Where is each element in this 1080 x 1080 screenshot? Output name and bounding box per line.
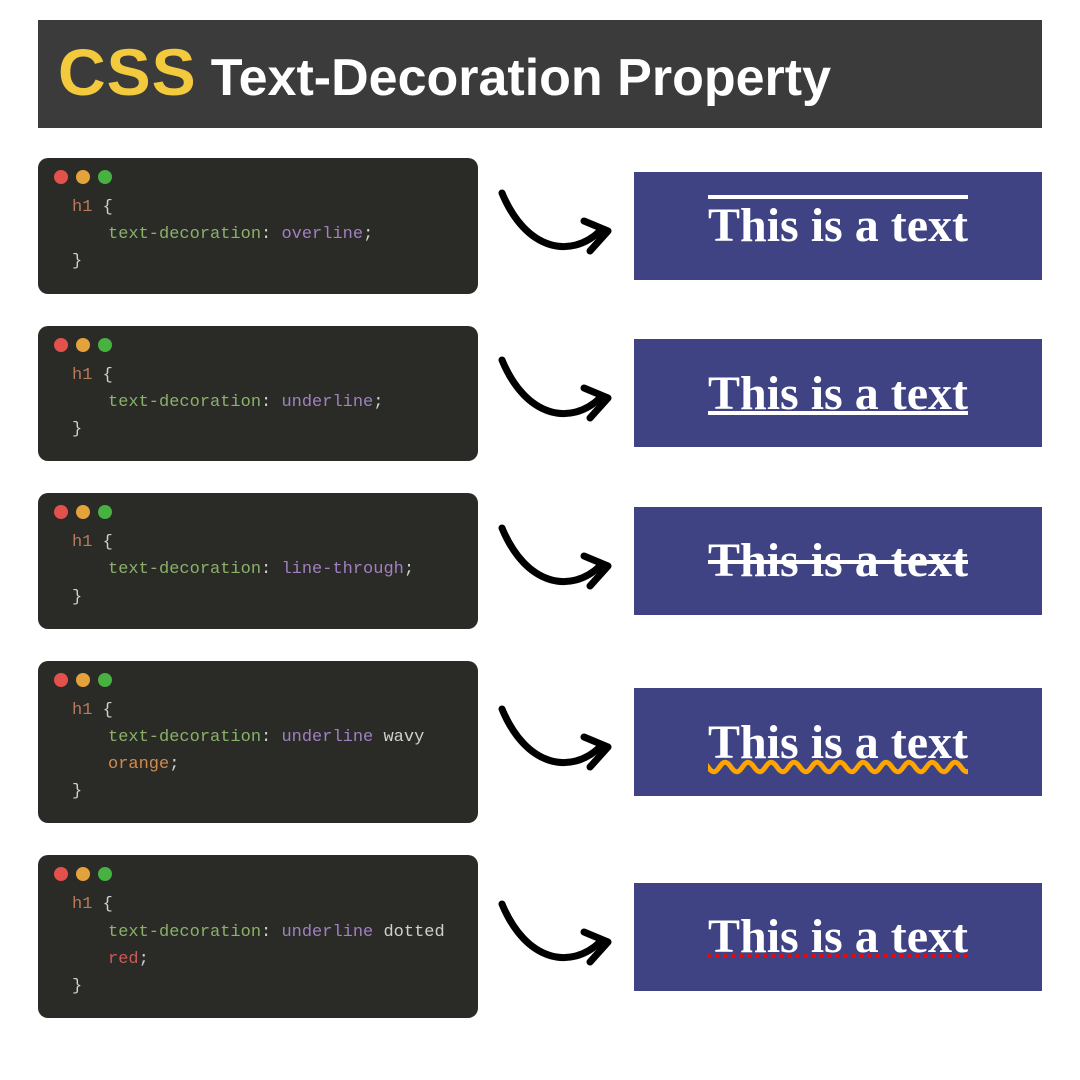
arrow-icon	[496, 697, 616, 787]
red-dot-icon	[54, 867, 68, 881]
code-selector: h1	[72, 895, 92, 914]
code-snippet: h1 {text-decoration: line-through;}	[38, 493, 478, 629]
code-brace: }	[72, 977, 82, 996]
code-property: text-decoration	[108, 923, 261, 942]
red-dot-icon	[54, 170, 68, 184]
arrow-icon	[496, 181, 616, 271]
code-value-token: wavy	[383, 728, 424, 747]
code-line: h1 {	[54, 697, 462, 724]
code-line: }	[54, 778, 462, 805]
yellow-dot-icon	[76, 867, 90, 881]
code-line: text-decoration: underline wavy orange;	[54, 724, 462, 778]
code-property: text-decoration	[108, 393, 261, 412]
code-snippet: h1 {text-decoration: overline;}	[38, 158, 478, 294]
arrow-icon	[496, 348, 616, 438]
title-css-word: CSS	[58, 34, 197, 110]
code-line: h1 {	[54, 194, 462, 221]
green-dot-icon	[98, 867, 112, 881]
window-controls	[54, 170, 462, 184]
output-preview: This is a text	[634, 883, 1042, 991]
green-dot-icon	[98, 170, 112, 184]
code-value-token: underline	[281, 728, 373, 747]
yellow-dot-icon	[76, 505, 90, 519]
arrow-wrap	[496, 892, 616, 982]
title-rest: Text-Decoration Property	[211, 48, 831, 108]
arrow-wrap	[496, 697, 616, 787]
code-selector: h1	[72, 198, 92, 217]
code-brace: {	[103, 701, 113, 720]
code-value-token: red	[108, 950, 139, 969]
code-line: }	[54, 248, 462, 275]
code-selector: h1	[72, 701, 92, 720]
output-text: This is a text	[708, 715, 968, 770]
window-controls	[54, 338, 462, 352]
arrow-icon	[496, 892, 616, 982]
code-snippet: h1 {text-decoration: underline;}	[38, 326, 478, 462]
code-brace: {	[103, 895, 113, 914]
red-dot-icon	[54, 505, 68, 519]
code-brace: }	[72, 588, 82, 607]
example-row: h1 {text-decoration: underline dotted re…	[38, 855, 1042, 1018]
code-selector: h1	[72, 533, 92, 552]
yellow-dot-icon	[76, 338, 90, 352]
arrow-icon	[496, 516, 616, 606]
code-property: text-decoration	[108, 560, 261, 579]
code-line: h1 {	[54, 529, 462, 556]
code-brace: }	[72, 252, 82, 271]
red-dot-icon	[54, 673, 68, 687]
green-dot-icon	[98, 338, 112, 352]
green-dot-icon	[98, 505, 112, 519]
example-row: h1 {text-decoration: overline;} This is …	[38, 158, 1042, 294]
code-value-token: underline	[281, 923, 373, 942]
code-line: text-decoration: overline;	[54, 221, 462, 248]
code-line: }	[54, 416, 462, 443]
code-brace: {	[103, 533, 113, 552]
output-text: This is a text	[708, 533, 968, 588]
window-controls	[54, 673, 462, 687]
page-title-bar: CSS Text-Decoration Property	[38, 20, 1042, 128]
code-value-token: line-through	[281, 560, 403, 579]
example-row: h1 {text-decoration: line-through;} This…	[38, 493, 1042, 629]
example-row: h1 {text-decoration: underline;} This is…	[38, 326, 1042, 462]
code-property: text-decoration	[108, 728, 261, 747]
code-line: h1 {	[54, 362, 462, 389]
code-selector: h1	[72, 366, 92, 385]
code-line: }	[54, 973, 462, 1000]
output-preview: This is a text	[634, 688, 1042, 796]
code-value-token: underline	[281, 393, 373, 412]
examples-list: h1 {text-decoration: overline;} This is …	[38, 158, 1042, 1018]
code-line: }	[54, 584, 462, 611]
output-text: This is a text	[708, 366, 968, 421]
red-dot-icon	[54, 338, 68, 352]
output-preview: This is a text	[634, 172, 1042, 280]
code-value-token: overline	[281, 225, 363, 244]
output-preview: This is a text	[634, 339, 1042, 447]
yellow-dot-icon	[76, 170, 90, 184]
output-text: This is a text	[708, 198, 968, 253]
code-brace: }	[72, 420, 82, 439]
code-brace: {	[103, 366, 113, 385]
code-value-token: orange	[108, 755, 169, 774]
example-row: h1 {text-decoration: underline wavy oran…	[38, 661, 1042, 824]
code-property: text-decoration	[108, 225, 261, 244]
window-controls	[54, 867, 462, 881]
code-line: text-decoration: underline dotted red;	[54, 919, 462, 973]
code-line: text-decoration: underline;	[54, 389, 462, 416]
output-preview: This is a text	[634, 507, 1042, 615]
code-line: text-decoration: line-through;	[54, 556, 462, 583]
code-snippet: h1 {text-decoration: underline dotted re…	[38, 855, 478, 1018]
code-brace: {	[103, 198, 113, 217]
arrow-wrap	[496, 348, 616, 438]
yellow-dot-icon	[76, 673, 90, 687]
green-dot-icon	[98, 673, 112, 687]
code-brace: }	[72, 782, 82, 801]
code-line: h1 {	[54, 891, 462, 918]
output-text: This is a text	[708, 909, 968, 964]
code-snippet: h1 {text-decoration: underline wavy oran…	[38, 661, 478, 824]
arrow-wrap	[496, 181, 616, 271]
code-value-token: dotted	[383, 923, 444, 942]
window-controls	[54, 505, 462, 519]
arrow-wrap	[496, 516, 616, 606]
